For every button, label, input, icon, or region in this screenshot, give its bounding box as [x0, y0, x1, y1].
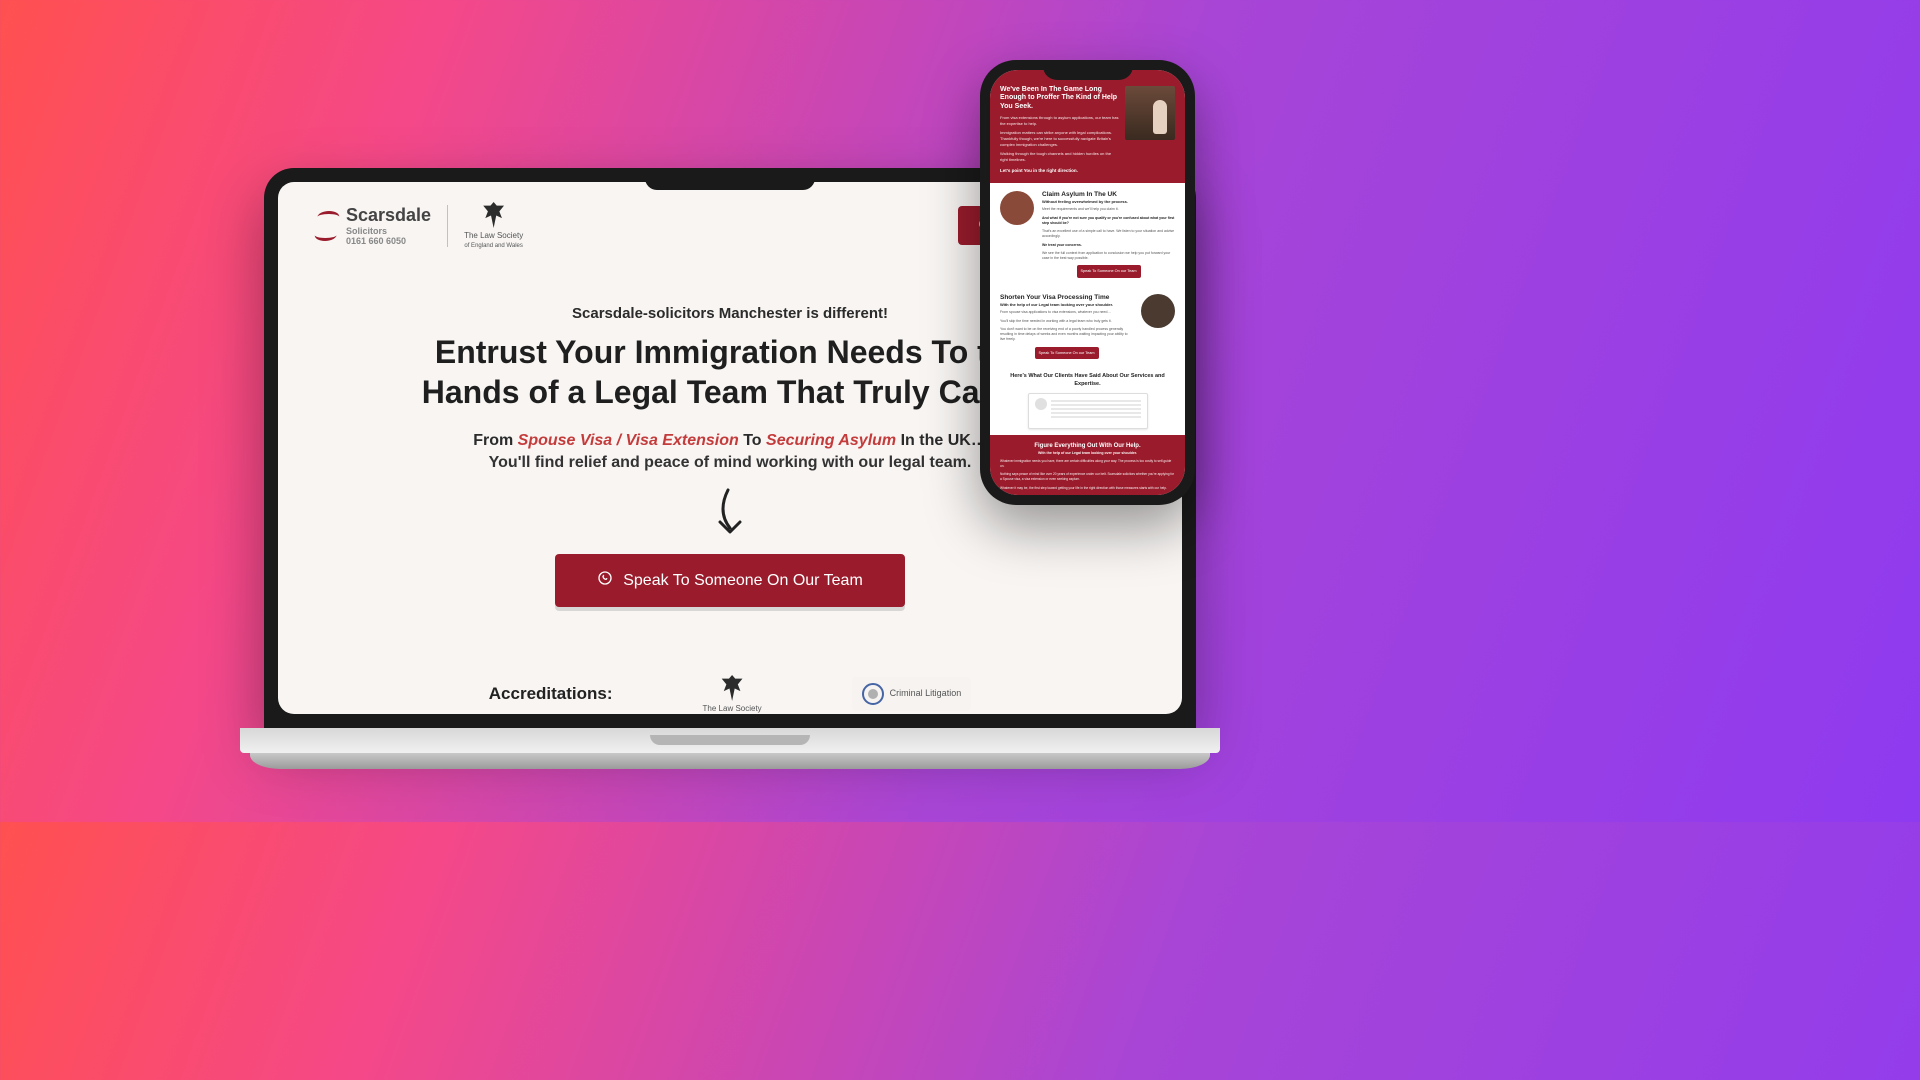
- mobile-hero-image: [1125, 86, 1175, 140]
- mobile-feature-visa-text: Shorten Your Visa Processing Time With t…: [1000, 294, 1133, 359]
- whatsapp-icon: [597, 570, 613, 591]
- law-society-logo: The Law Society of England and Wales: [464, 202, 523, 249]
- mobile-feat2-p2: You'll skip the time needed in working w…: [1000, 319, 1133, 324]
- phone-screen: We've Been In The Game Long Enough to Pr…: [990, 70, 1185, 495]
- mobile-footer-title: Figure Everything Out With Our Help.: [1000, 443, 1175, 449]
- hero-sub-accent2: Securing Asylum: [766, 432, 896, 449]
- mobile-footer-sub: With the help of our Legal team looking …: [1000, 451, 1175, 455]
- accreditation-criminal-label: Criminal Litigation: [890, 689, 962, 699]
- mobile-hero-p2: Immigration matters can strike anyone wi…: [1000, 130, 1119, 147]
- accreditation-law-society: The Law Society: [703, 675, 762, 713]
- mobile-feat2-cta-button[interactable]: Speak To Someone On our Team: [1035, 347, 1099, 360]
- mobile-testimonials: Here's What Our Clients Have Said About …: [990, 367, 1185, 434]
- brand-subtitle: Solicitors: [346, 226, 431, 236]
- mobile-feat1-p2: That's an excellent use of a simple call…: [1042, 229, 1175, 240]
- laptop-lip: [650, 735, 810, 745]
- mobile-hero-p3: Walking through the tough channels and h…: [1000, 151, 1119, 162]
- brand-logo[interactable]: Scarsdale Solicitors 0161 660 6050: [316, 205, 431, 246]
- law-society-crest-icon: [719, 675, 745, 701]
- mobile-feat2-p1: From spouse visa applications to visa ex…: [1000, 310, 1133, 315]
- laptop-notch: [645, 168, 815, 190]
- mobile-feat2-sub: With the help of our Legal team looking …: [1000, 302, 1133, 307]
- mobile-feature-visa-image: [1141, 294, 1175, 328]
- mobile-footer-p3: Whatever it may be, the first step towar…: [1000, 486, 1175, 491]
- mobile-hero-band: We've Been In The Game Long Enough to Pr…: [990, 70, 1185, 183]
- mobile-hero-link[interactable]: Let's point You in the right direction.: [1000, 168, 1119, 173]
- hero-sub-post: In the UK…: [901, 432, 987, 449]
- brand-logo-mark: [314, 211, 340, 241]
- laptop-base: [240, 728, 1220, 783]
- arrow-down-icon: [710, 488, 750, 540]
- hero-cta-label: Speak To Someone On Our Team: [623, 572, 863, 590]
- accreditations-label: Accreditations:: [489, 684, 613, 704]
- law-society-sublabel: of England and Wales: [464, 243, 522, 249]
- mobile-testi-title: Here's What Our Clients Have Said About …: [1000, 373, 1175, 387]
- brand-phone: 0161 660 6050: [346, 236, 431, 246]
- mobile-footer-p2: Nothing says peace of mind like over 20 …: [1000, 472, 1175, 482]
- mobile-hero-p1: From visa extensions through to asylum a…: [1000, 115, 1119, 126]
- mobile-feat1-p1: Meet the requirements and we'll help you…: [1042, 207, 1175, 212]
- hero-heading-line2: Hands of a Legal Team That Truly Cares!: [422, 374, 1038, 410]
- mobile-feat1-em: And what if you're not sure you qualify …: [1042, 216, 1175, 227]
- mobile-footer-band: Figure Everything Out With Our Help. Wit…: [990, 435, 1185, 495]
- criminal-litigation-icon: [862, 683, 884, 705]
- brand-name-wrap: Scarsdale Solicitors 0161 660 6050: [346, 205, 431, 246]
- accreditations-row: Accreditations: The Law Society Criminal…: [278, 637, 1182, 714]
- mobile-feat2-title: Shorten Your Visa Processing Time: [1000, 294, 1133, 301]
- mobile-feat1-cta-button[interactable]: Speak To Someone On our Team: [1077, 265, 1141, 278]
- mobile-hero-title: We've Been In The Game Long Enough to Pr…: [1000, 86, 1119, 111]
- phone-body: We've Been In The Game Long Enough to Pr…: [980, 60, 1195, 505]
- hero-sub-mid: To: [743, 432, 766, 449]
- hero-heading-line1: Entrust Your Immigration Needs To the: [435, 334, 1025, 370]
- brand-block: Scarsdale Solicitors 0161 660 6050 The L…: [316, 202, 523, 249]
- accreditation-law-society-label: The Law Society: [703, 704, 762, 713]
- mobile-feat1-sub: Without feeling overwhelmed by the proce…: [1042, 199, 1175, 204]
- hero-sub-pre: From: [473, 432, 517, 449]
- mobile-feature-visa: Shorten Your Visa Processing Time With t…: [990, 286, 1185, 367]
- brand-separator: [447, 205, 448, 247]
- accreditation-criminal-litigation: Criminal Litigation: [852, 677, 972, 711]
- phone-notch: [1043, 60, 1133, 80]
- hero-cta-button[interactable]: Speak To Someone On Our Team: [555, 554, 905, 607]
- law-society-label: The Law Society: [464, 231, 523, 240]
- law-society-crest-icon: [481, 202, 507, 228]
- mobile-feature-asylum-text: Claim Asylum In The UK Without feeling o…: [1042, 191, 1175, 278]
- mobile-feat2-p3: You don't want to be on the receiving en…: [1000, 327, 1133, 343]
- mobile-footer-p1: Whatever immigration needs you have, the…: [1000, 459, 1175, 469]
- brand-name: Scarsdale: [346, 205, 431, 225]
- mobile-testimonial-card: [1028, 393, 1148, 429]
- mobile-feature-asylum-image: [1000, 191, 1034, 225]
- mobile-feat1-p3: We treat your concerns.: [1042, 243, 1175, 248]
- laptop-foot: [250, 753, 1210, 769]
- mobile-feature-asylum: Claim Asylum In The UK Without feeling o…: [990, 183, 1185, 286]
- hero-sub-accent1: Spouse Visa / Visa Extension: [518, 432, 739, 449]
- mobile-hero-text: We've Been In The Game Long Enough to Pr…: [1000, 86, 1119, 173]
- phone-mockup: We've Been In The Game Long Enough to Pr…: [980, 60, 1195, 505]
- mobile-feat1-p4: We see the full context from application…: [1042, 251, 1175, 262]
- mobile-feat1-title: Claim Asylum In The UK: [1042, 191, 1175, 198]
